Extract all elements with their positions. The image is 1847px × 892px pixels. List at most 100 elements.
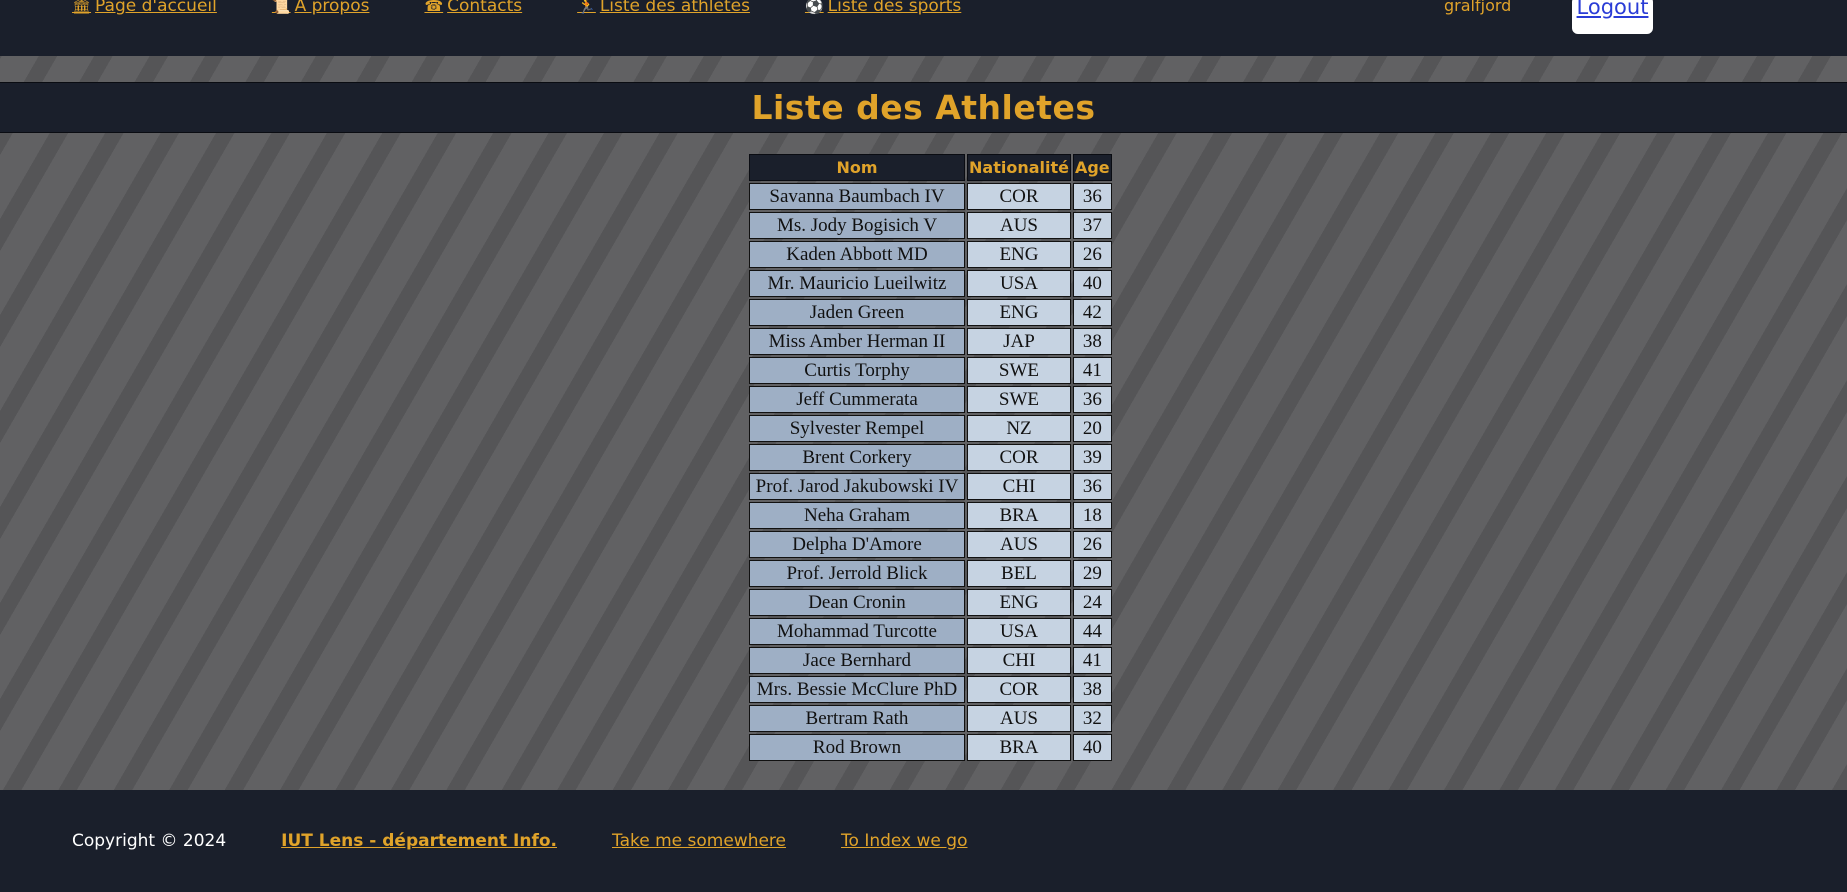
nav-link-contacts[interactable]: ☎ Contacts — [424, 0, 522, 16]
cell-age: 40 — [1072, 270, 1112, 297]
table-row: Sylvester Rempel NZ 20 — [749, 415, 1112, 442]
cell-age: 39 — [1072, 444, 1112, 471]
table-row: Mohammad Turcotte USA 44 — [749, 618, 1112, 645]
nav-link-home[interactable]: 🏛 Page d'accueil — [72, 0, 217, 16]
logout-label: Logout — [1576, 0, 1649, 19]
page-title: Liste des Athletes — [751, 88, 1096, 127]
top-navbar: 🏛 Page d'accueil 📜 A propos ☎ Contacts 🏃… — [0, 0, 1847, 56]
cell-name: Bertram Rath — [749, 705, 965, 732]
table-row: Ms. Jody Bogisich V AUS 37 — [749, 212, 1112, 239]
table-row: Mrs. Bessie McClure PhD COR 38 — [749, 676, 1112, 703]
nav-label-contacts: Contacts — [447, 0, 523, 16]
cell-age: 32 — [1072, 705, 1112, 732]
cell-name: Ms. Jody Bogisich V — [749, 212, 965, 239]
cell-nationality: ENG — [967, 241, 1071, 268]
column-header-age: Age — [1072, 154, 1112, 181]
nav-link-athletes[interactable]: 🏃 Liste des athletes — [577, 0, 750, 16]
table-row: Rod Brown BRA 40 — [749, 734, 1112, 761]
cell-nationality: COR — [967, 444, 1071, 471]
footer-link-index[interactable]: To Index we go — [841, 831, 967, 851]
cell-age: 44 — [1072, 618, 1112, 645]
table-row: Mr. Mauricio Lueilwitz USA 40 — [749, 270, 1112, 297]
cell-age: 18 — [1072, 502, 1112, 529]
home-icon: 🏛 — [72, 0, 92, 15]
cell-age: 40 — [1072, 734, 1112, 761]
cell-age: 38 — [1072, 676, 1112, 703]
cell-name: Kaden Abbott MD — [749, 241, 965, 268]
cell-age: 36 — [1072, 183, 1112, 210]
cell-age: 41 — [1072, 357, 1112, 384]
cell-name: Brent Corkery — [749, 444, 965, 471]
table-row: Dean Cronin ENG 24 — [749, 589, 1112, 616]
cell-name: Savanna Baumbach IV — [749, 183, 965, 210]
cell-name: Mohammad Turcotte — [749, 618, 965, 645]
cell-name: Jeff Cummerata — [749, 386, 965, 413]
cell-nationality: AUS — [967, 212, 1071, 239]
cell-age: 36 — [1072, 473, 1112, 500]
cell-name: Neha Graham — [749, 502, 965, 529]
column-header-name: Nom — [749, 154, 965, 181]
logout-button[interactable]: Logout — [1570, 0, 1655, 36]
cell-nationality: BEL — [967, 560, 1071, 587]
nav-label-sports: Liste des sports — [827, 0, 962, 16]
cell-name: Mr. Mauricio Lueilwitz — [749, 270, 965, 297]
cell-age: 42 — [1072, 299, 1112, 326]
cell-age: 36 — [1072, 386, 1112, 413]
cell-nationality: CHI — [967, 473, 1071, 500]
athlete-icon: 🏃 — [577, 0, 596, 15]
cell-age: 37 — [1072, 212, 1112, 239]
cell-nationality: COR — [967, 676, 1071, 703]
cell-nationality: USA — [967, 270, 1071, 297]
column-header-nationality: Nationalité — [967, 154, 1071, 181]
cell-nationality: BRA — [967, 734, 1071, 761]
footer-link-iut[interactable]: IUT Lens - département Info. — [281, 831, 557, 851]
nav-label-about: A propos — [294, 0, 370, 16]
cell-name: Rod Brown — [749, 734, 965, 761]
cell-nationality: JAP — [967, 328, 1071, 355]
cell-nationality: ENG — [967, 589, 1071, 616]
scroll-icon: 📜 — [271, 0, 291, 15]
athletes-table-body: Savanna Baumbach IV COR 36 Ms. Jody Bogisic… — [749, 183, 1112, 761]
main-nav: 🏛 Page d'accueil 📜 A propos ☎ Contacts 🏃… — [72, 0, 961, 16]
cell-age: 26 — [1072, 241, 1112, 268]
cell-nationality: SWE — [967, 357, 1071, 384]
phone-icon: ☎ — [424, 0, 444, 15]
table-row: Jaden Green ENG 42 — [749, 299, 1112, 326]
cell-age: 41 — [1072, 647, 1112, 674]
table-row: Jeff Cummerata SWE 36 — [749, 386, 1112, 413]
nav-label-home: Page d'accueil — [95, 0, 217, 16]
table-row: Prof. Jerrold Blick BEL 29 — [749, 560, 1112, 587]
cell-age: 24 — [1072, 589, 1112, 616]
cell-name: Prof. Jerrold Blick — [749, 560, 965, 587]
cell-name: Jaden Green — [749, 299, 965, 326]
cell-name: Dean Cronin — [749, 589, 965, 616]
footer: Copyright © 2024 IUT Lens - département … — [0, 790, 1847, 892]
cell-name: Curtis Torphy — [749, 357, 965, 384]
athletes-table-container: Nom Nationalité Age Savanna Baumbach IV C… — [747, 152, 1114, 763]
copyright-text: Copyright © 2024 — [72, 831, 227, 851]
cell-nationality: BRA — [967, 502, 1071, 529]
cell-age: 20 — [1072, 415, 1112, 442]
nav-label-athletes: Liste des athletes — [599, 0, 750, 16]
cell-nationality: AUS — [967, 705, 1071, 732]
table-row: Delpha D'Amore AUS 26 — [749, 531, 1112, 558]
table-row: Savanna Baumbach IV COR 36 — [749, 183, 1112, 210]
cell-nationality: CHI — [967, 647, 1071, 674]
table-row: Brent Corkery COR 39 — [749, 444, 1112, 471]
cell-name: Mrs. Bessie McClure PhD — [749, 676, 965, 703]
table-row: Neha Graham BRA 18 — [749, 502, 1112, 529]
table-row: Prof. Jarod Jakubowski IV CHI 36 — [749, 473, 1112, 500]
footer-link-somewhere[interactable]: Take me somewhere — [612, 831, 786, 851]
title-band: Liste des Athletes — [0, 82, 1847, 133]
footer-content: Copyright © 2024 IUT Lens - département … — [72, 831, 967, 851]
nav-link-sports[interactable]: ⚽ Liste des sports — [805, 0, 961, 16]
cell-age: 38 — [1072, 328, 1112, 355]
table-header-row: Nom Nationalité Age — [749, 154, 1112, 181]
sports-icon: ⚽ — [804, 0, 824, 15]
table-row: Kaden Abbott MD ENG 26 — [749, 241, 1112, 268]
table-row: Bertram Rath AUS 32 — [749, 705, 1112, 732]
table-row: Curtis Torphy SWE 41 — [749, 357, 1112, 384]
athletes-table: Nom Nationalité Age Savanna Baumbach IV C… — [747, 152, 1114, 763]
nav-link-about[interactable]: 📜 A propos — [272, 0, 370, 16]
cell-name: Miss Amber Herman II — [749, 328, 965, 355]
